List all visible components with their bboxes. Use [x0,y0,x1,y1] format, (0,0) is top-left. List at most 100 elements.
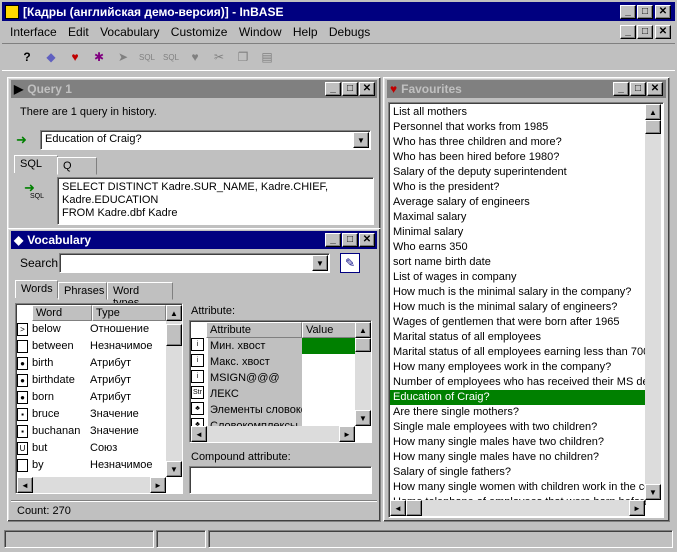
list-item[interactable]: Marital status of all employees earning … [390,345,646,360]
favourites-minimize-button[interactable]: _ [613,82,629,96]
list-item[interactable]: Salary of the deputy superintendent [390,165,646,180]
eraser-icon[interactable]: ◆ [40,46,62,68]
list-item[interactable]: Marital status of all employees [390,330,646,345]
copy-icon[interactable]: ❐ [232,46,254,68]
cut-icon[interactable]: ✂ [208,46,230,68]
paste-icon[interactable]: ▤ [256,46,278,68]
run-icon[interactable]: ➤ [112,46,134,68]
list-item[interactable]: How many single women with children work… [390,480,646,495]
table-row[interactable]: > below Отношение [17,321,165,338]
close-button[interactable]: ✕ [655,5,671,19]
tab-words[interactable]: Words [15,280,58,298]
minimize-button[interactable]: _ [620,5,636,19]
search-dropdown-icon[interactable]: ▼ [312,255,328,271]
table-row[interactable]: Str ЛЕКС [191,386,356,402]
value-cell[interactable] [302,402,356,418]
value-cell[interactable] [302,386,356,402]
words-scroll-thumb[interactable] [166,324,182,346]
value-cell[interactable] [302,354,356,370]
list-item[interactable]: How much is the minimal salary in the co… [390,285,646,300]
list-item[interactable]: List of wages in company [390,270,646,285]
compound-attribute-field[interactable] [189,466,372,494]
list-item[interactable]: Who earns 350 [390,240,646,255]
query-minimize-button[interactable]: _ [325,82,341,96]
query-maximize-button[interactable]: □ [342,82,358,96]
query-combo-dropdown-icon[interactable]: ▼ [353,132,369,148]
table-row[interactable]: Ubut Союз [17,440,165,457]
type-column-header[interactable]: Type [92,305,166,321]
table-row[interactable]: i Макс. хвост [191,354,356,370]
attribute-column-header[interactable]: Attribute [206,322,302,338]
table-row[interactable]: i Мин. хвост [191,338,356,354]
query-close-button[interactable]: ✕ [359,82,375,96]
heart-gray-icon[interactable]: ♥ [184,46,206,68]
tab-word-types[interactable]: Word types [107,282,173,309]
maximize-button[interactable]: □ [637,5,653,19]
value-cell[interactable] [302,338,356,354]
sql-run-icon[interactable]: SQL [160,46,182,68]
word-column-header[interactable]: Word [32,305,92,321]
attribute-scroll-left-icon[interactable]: ◄ [191,426,207,442]
list-item[interactable]: Education of Craig? [390,390,646,405]
attribute-scroll-down-icon[interactable]: ▼ [355,410,371,426]
tab-sql[interactable]: SQL [14,155,58,173]
table-row[interactable]: ▪ bruce Значение [17,406,165,423]
words-hscrollbar[interactable] [17,477,166,493]
list-item[interactable]: Who is the president? [390,180,646,195]
favourites-scroll-thumb[interactable] [645,120,661,134]
favourites-scroll-up-icon[interactable]: ▲ [645,104,661,120]
list-item[interactable]: Who has three children and more? [390,135,646,150]
list-item[interactable]: Number of employees who has received the… [390,375,646,390]
favourites-scroll-left-icon[interactable]: ◄ [390,500,406,516]
favourites-scroll-right-icon[interactable]: ► [629,500,645,516]
list-item[interactable]: List all mothers [390,105,646,120]
list-item[interactable]: How many single males have no children? [390,450,646,465]
add-note-icon[interactable]: ✎ [340,253,360,273]
words-scroll-right-icon[interactable]: ► [150,477,166,493]
menu-help[interactable]: Help [289,24,322,40]
favourites-hscrollbar[interactable] [390,500,645,516]
words-scroll-down-icon[interactable]: ▼ [166,461,182,477]
list-item[interactable]: Wages of gentlemen that were born after … [390,315,646,330]
table-row[interactable]: i MSIGN@@@ [191,370,356,386]
list-item[interactable]: Who has been hired before 1980? [390,150,646,165]
value-column-header[interactable]: Value [302,322,358,338]
vocabulary-minimize-button[interactable]: _ [325,233,341,247]
menu-interface[interactable]: Interface [6,24,61,40]
table-row[interactable]: between Незначимое [17,338,165,355]
tab-phrases[interactable]: Phrases [58,282,107,300]
list-item[interactable]: Maximal salary [390,210,646,225]
table-row[interactable]: ● birth Атрибут [17,355,165,372]
list-item[interactable]: How many employees work in the company? [390,360,646,375]
attribute-hscrollbar[interactable] [191,426,355,442]
list-item[interactable]: How many single males have two children? [390,435,646,450]
list-item[interactable]: How much is the minimal salary of engine… [390,300,646,315]
sql-icon[interactable]: SQL [136,46,158,68]
favourites-scroll-down-icon[interactable]: ▼ [645,484,661,500]
table-row[interactable]: ● born Атрибут [17,389,165,406]
favourites-vscrollbar[interactable] [645,104,661,500]
list-item[interactable]: Single male employees with two children? [390,420,646,435]
attribute-scroll-thumb[interactable] [355,338,371,352]
table-row[interactable]: by Незначимое [17,457,165,474]
table-row[interactable]: ♣ Элементы словоко [191,402,356,418]
favourites-close-button[interactable]: ✕ [647,82,663,96]
menu-vocabulary[interactable]: Vocabulary [96,24,163,40]
words-scroll-up-icon[interactable]: ▲ [166,305,182,321]
words-scroll-left-icon[interactable]: ◄ [17,477,33,493]
menu-window[interactable]: Window [235,24,286,40]
list-item[interactable]: Minimal salary [390,225,646,240]
search-input[interactable] [59,253,330,273]
tab-q[interactable]: Q [57,157,97,175]
menu-customize[interactable]: Customize [167,24,232,40]
list-item[interactable]: Salary of single fathers? [390,465,646,480]
favourites-scroll-thumb-h[interactable] [406,500,422,516]
vocabulary-maximize-button[interactable]: □ [342,233,358,247]
table-row[interactable]: ▪ buchanan Значение [17,423,165,440]
mdi-minimize-button[interactable]: _ [620,25,636,39]
help-icon[interactable]: ? [16,46,38,68]
mdi-close-button[interactable]: ✕ [655,25,671,39]
favourites-icon[interactable]: ♥ [64,46,86,68]
query-combo[interactable]: Education of Craig? [40,130,371,150]
list-item[interactable]: Are there single mothers? [390,405,646,420]
